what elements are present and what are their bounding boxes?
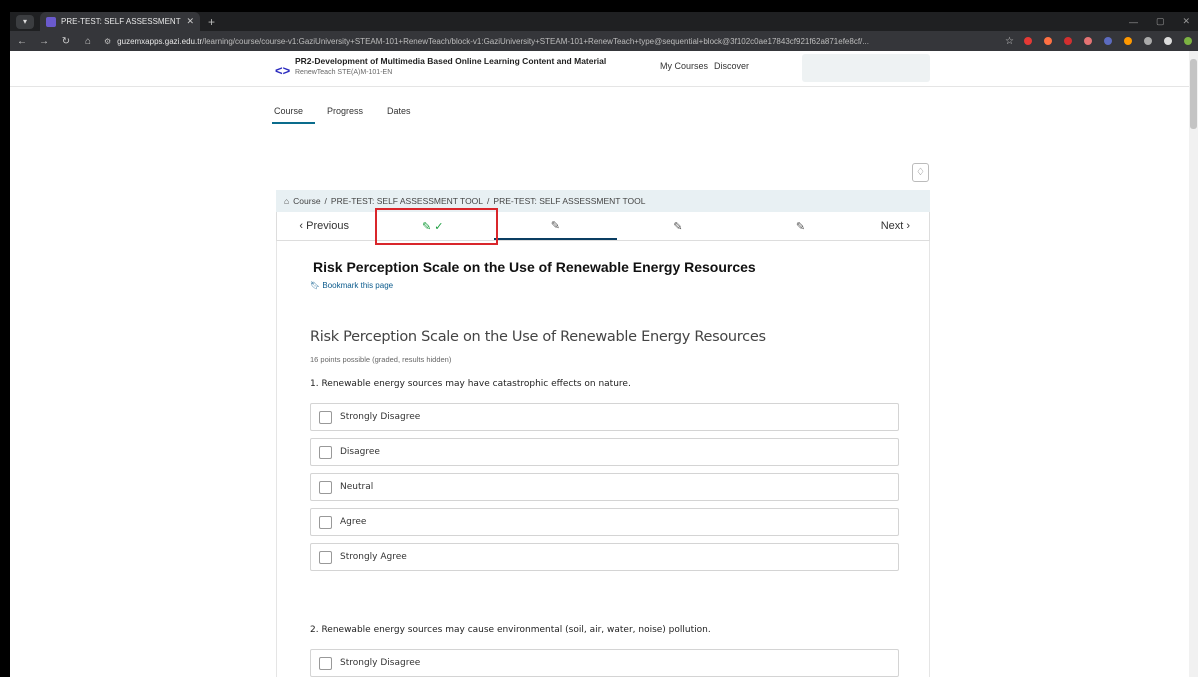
bookmark-link[interactable]: 🔖︎ Bookmark this page xyxy=(310,281,393,290)
pdf-extension-icon[interactable] xyxy=(1064,37,1072,45)
user-menu[interactable] xyxy=(802,54,930,82)
unit-title: Risk Perception Scale on the Use of Rene… xyxy=(313,259,756,275)
home-icon[interactable]: ⌂ xyxy=(82,36,94,47)
course-title: PR2-Development of Multimedia Based Onli… xyxy=(295,56,607,66)
bookmark-icon: 🔖︎ xyxy=(310,281,323,290)
browser-window: ▾ PRE-TEST: SELF ASSESSMENT T ✕ + — ▢ ✕ … xyxy=(10,12,1198,677)
header-nav: My Courses Discover xyxy=(660,61,749,71)
extension-icon[interactable] xyxy=(1084,37,1092,45)
home-icon: ⌂ xyxy=(284,196,290,206)
question-text: 2. Renewable energy sources may cause en… xyxy=(310,625,711,635)
bookmark-label: Bookmark this page xyxy=(322,281,394,290)
extension-icon[interactable] xyxy=(1104,37,1112,45)
tab-bar: ▾ PRE-TEST: SELF ASSESSMENT T ✕ + — ▢ ✕ xyxy=(10,12,1198,31)
tab-progress[interactable]: Progress xyxy=(315,106,375,124)
breadcrumb-separator: / xyxy=(487,196,490,206)
url-path: /learning/course/course-v1:GaziUniversit… xyxy=(202,36,869,46)
minimize-icon[interactable]: — xyxy=(1129,17,1138,27)
site-logo-icon[interactable]: <> xyxy=(275,63,290,78)
course-tabs: Course Progress Dates xyxy=(272,106,423,124)
notification-bell-icon[interactable]: ♢ xyxy=(912,163,929,182)
extension-icon[interactable] xyxy=(1024,37,1032,45)
option-strongly-agree[interactable]: Strongly Agree xyxy=(310,543,899,571)
extension-icon[interactable] xyxy=(1124,37,1132,45)
site-favicon-icon xyxy=(46,16,56,27)
new-tab-button[interactable]: + xyxy=(208,15,215,29)
checkbox[interactable] xyxy=(319,550,332,564)
close-window-icon[interactable]: ✕ xyxy=(1182,16,1190,27)
extensions-puzzle-icon[interactable] xyxy=(1144,37,1152,45)
my-courses-link[interactable]: My Courses xyxy=(660,61,708,71)
checkbox[interactable] xyxy=(319,410,332,424)
checkbox[interactable] xyxy=(319,480,332,494)
checkbox[interactable] xyxy=(319,445,332,459)
annotation-highlight-box xyxy=(375,208,498,245)
extensions xyxy=(1024,37,1192,45)
unit-tab[interactable]: ✎ xyxy=(617,212,740,240)
points-info: 16 points possible (graded, results hidd… xyxy=(310,355,452,364)
scrollbar-thumb[interactable] xyxy=(1190,59,1197,129)
site-header: <> PR2-Development of Multimedia Based O… xyxy=(10,51,1198,87)
tab-title: PRE-TEST: SELF ASSESSMENT T xyxy=(61,17,182,26)
option-label: Agree xyxy=(340,517,367,527)
option-label: Strongly Agree xyxy=(340,552,407,562)
breadcrumb-separator: / xyxy=(324,196,327,206)
problem-title: Risk Perception Scale on the Use of Rene… xyxy=(310,329,766,345)
unit-tab-current[interactable]: ✎ xyxy=(494,212,617,240)
breadcrumb-subsection[interactable]: PRE-TEST: SELF ASSESSMENT TOOL xyxy=(493,196,645,206)
back-icon[interactable]: ← xyxy=(16,36,28,47)
option-label: Strongly Disagree xyxy=(340,658,421,668)
option-label: Disagree xyxy=(340,447,380,457)
checkbox[interactable] xyxy=(319,656,332,670)
course-subtitle: RenewTeach STE(A)M-101-EN xyxy=(295,69,393,76)
restore-icon[interactable]: ▢ xyxy=(1156,16,1165,27)
page-scrollbar[interactable] xyxy=(1189,51,1198,677)
discover-link[interactable]: Discover xyxy=(714,61,749,71)
url-host: guzemxapps.gazi.edu.tr xyxy=(117,36,203,46)
browser-toolbar: ← → ↻ ⌂ ⚙ guzemxapps.gazi.edu.tr/learnin… xyxy=(10,31,1198,51)
profile-avatar[interactable] xyxy=(1184,37,1192,45)
side-panel-icon[interactable] xyxy=(1164,37,1172,45)
option-agree[interactable]: Agree xyxy=(310,508,899,536)
forward-icon[interactable]: → xyxy=(38,36,50,47)
breadcrumb-course[interactable]: Course xyxy=(293,196,320,206)
tab-dates[interactable]: Dates xyxy=(375,106,423,124)
unit-content: Risk Perception Scale on the Use of Rene… xyxy=(276,241,930,677)
option-neutral[interactable]: Neutral xyxy=(310,473,899,501)
checkbox[interactable] xyxy=(319,515,332,529)
tab-search-button[interactable]: ▾ xyxy=(16,14,34,29)
option-label: Strongly Disagree xyxy=(340,412,421,422)
question-text: 1. Renewable energy sources may have cat… xyxy=(310,379,631,389)
option-strongly-disagree[interactable]: Strongly Disagree xyxy=(310,649,899,677)
reload-icon[interactable]: ↻ xyxy=(60,36,72,47)
breadcrumb-section[interactable]: PRE-TEST: SELF ASSESSMENT TOOL xyxy=(331,196,483,206)
option-label: Neutral xyxy=(340,482,374,492)
close-tab-icon[interactable]: ✕ xyxy=(186,16,194,27)
browser-tab[interactable]: PRE-TEST: SELF ASSESSMENT T ✕ xyxy=(40,12,200,31)
page-content: <> PR2-Development of Multimedia Based O… xyxy=(10,51,1198,677)
bookmark-star-icon[interactable]: ☆ xyxy=(1005,36,1014,47)
site-info-icon[interactable]: ⚙ xyxy=(104,37,111,46)
tab-course[interactable]: Course xyxy=(272,106,316,124)
address-bar[interactable]: ⚙ guzemxapps.gazi.edu.tr/learning/course… xyxy=(104,37,995,46)
option-strongly-disagree[interactable]: Strongly Disagree xyxy=(310,403,899,431)
extension-icon[interactable] xyxy=(1044,37,1052,45)
window-controls: — ▢ ✕ xyxy=(1129,12,1190,31)
next-button[interactable]: Next › xyxy=(862,212,929,240)
option-disagree[interactable]: Disagree xyxy=(310,438,899,466)
unit-tab[interactable]: ✎ xyxy=(739,212,862,240)
previous-button[interactable]: ‹ Previous xyxy=(277,212,371,240)
